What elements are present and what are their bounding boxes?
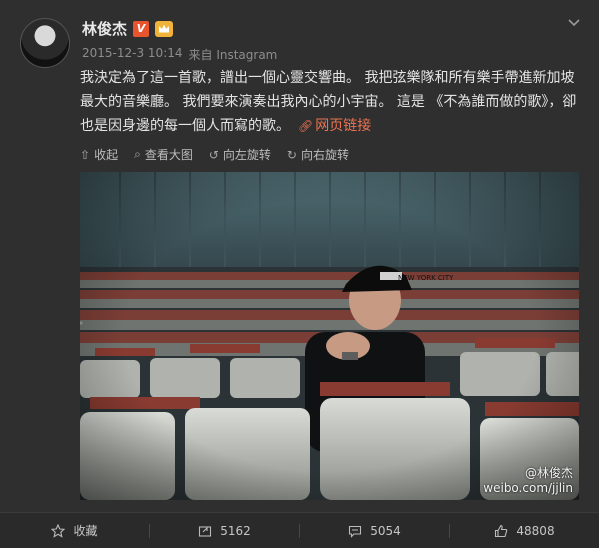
image-toolbar: ⇧ 收起 ⌕ 查看大图 ↺ 向左旋转 ↻ 向右旋转: [80, 146, 349, 163]
magnifier-icon: ⌕: [134, 147, 141, 161]
comment-icon: [349, 525, 362, 538]
web-link[interactable]: 🔗︎ 网页链接: [298, 118, 371, 134]
rotate-right-button[interactable]: ↻ 向右旋转: [287, 146, 349, 163]
author-avatar[interactable]: [20, 18, 70, 68]
repost-count: 5162: [220, 523, 251, 538]
chevron-down-icon[interactable]: [567, 16, 581, 30]
view-large-button[interactable]: ⌕ 查看大图: [134, 146, 193, 163]
comment-count: 5054: [370, 523, 401, 538]
collapse-label: 收起: [94, 148, 119, 162]
repost-icon: [199, 525, 212, 537]
photo-watermark: @林俊杰 weibo.com/jjlin: [483, 466, 573, 496]
comment-button[interactable]: 5054: [300, 524, 449, 538]
post-text: 我決定為了這一首歌，譜出一個心靈交響曲。 我把弦樂隊和所有樂手帶進新加坡最大的音…: [80, 66, 580, 138]
view-large-label: 查看大图: [144, 148, 193, 162]
author-name[interactable]: 林俊杰: [82, 18, 127, 39]
watermark-handle: @林俊杰: [524, 466, 573, 480]
verified-badge-icon[interactable]: V: [133, 20, 150, 37]
rotate-left-label: 向左旋转: [222, 148, 271, 162]
link-icon: 🔗︎: [298, 119, 314, 133]
rotate-right-icon: ↻: [286, 147, 297, 162]
favorite-button[interactable]: 收藏: [0, 522, 149, 539]
post-photo[interactable]: NEW YORK CITY @林俊杰 weibo.com/jjlin: [80, 172, 579, 500]
repost-button[interactable]: 5162: [150, 524, 299, 538]
watermark-url: weibo.com/jjlin: [483, 481, 573, 495]
weibo-post-card: 林俊杰 V 2015-12-3 10:14 来自 Instagram 我決定為了…: [0, 0, 599, 548]
like-button[interactable]: 48808: [450, 524, 599, 538]
like-count: 48808: [516, 523, 555, 538]
favorite-label: 收藏: [73, 524, 98, 538]
collapse-button[interactable]: ⇧ 收起: [80, 146, 118, 163]
post-source: 来自 Instagram: [188, 48, 278, 62]
action-bar: 收藏 5162 5054 48808: [0, 512, 599, 548]
author-row: 林俊杰 V: [82, 18, 174, 39]
thumbs-up-icon: [495, 524, 508, 537]
collapse-icon: ⇧: [80, 147, 91, 162]
rotate-right-label: 向右旋转: [300, 148, 349, 162]
cap-logo-text: NEW YORK CITY: [398, 274, 454, 282]
star-icon: [51, 523, 66, 538]
rotate-left-icon: ↺: [208, 147, 219, 162]
post-meta: 2015-12-3 10:14 来自 Instagram: [82, 46, 277, 63]
concert-hall-photo: NEW YORK CITY: [80, 172, 579, 500]
web-link-label: 网页链接: [315, 118, 372, 134]
post-timestamp[interactable]: 2015-12-3 10:14: [82, 46, 183, 63]
member-crown-icon[interactable]: [155, 20, 174, 37]
rotate-left-button[interactable]: ↺ 向左旋转: [209, 146, 271, 163]
